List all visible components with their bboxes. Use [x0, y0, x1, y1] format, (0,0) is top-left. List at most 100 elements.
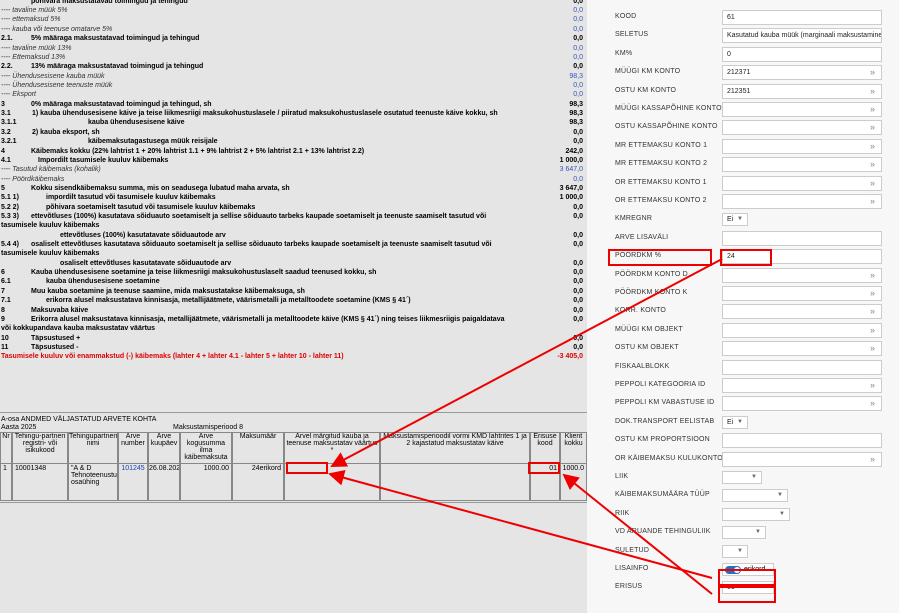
or-ettemaksu-konto-2-field[interactable]: »	[722, 194, 882, 209]
chevron-right-icon[interactable]: »	[870, 195, 875, 208]
row-number: 7	[1, 288, 5, 295]
row-number: 5.1 1)	[1, 194, 19, 201]
chevron-down-icon: ▼	[737, 216, 743, 222]
field-label: PÖÖRDKM KONTO D	[615, 271, 688, 278]
row-value: 0,0	[573, 16, 583, 23]
row-value: 0,0	[573, 35, 583, 42]
chevron-right-icon[interactable]: »	[870, 140, 875, 153]
vd-aruande-tehinguliik-select[interactable]: ▼	[722, 526, 766, 539]
row-label: osaliselt ettevõtluses kasutatavate sõid…	[60, 260, 232, 267]
field-label: SELETUS	[615, 31, 649, 38]
row-label: erikorra alusel maksustatava kinnisasja,…	[46, 297, 411, 304]
report-row: 5.4 4) osaliselt ettevõtluses kasutatava …	[0, 240, 587, 249]
chevron-down-icon: ▼	[751, 474, 757, 480]
chevron-down-icon: ▼	[737, 548, 743, 554]
report-row: ---- Eksport 0,0	[0, 90, 587, 99]
korr-konto-field[interactable]: »	[722, 304, 882, 319]
row-label: käibemaksutagastusega müük reisijale	[88, 138, 218, 145]
row-value: 0,0	[573, 204, 583, 211]
fiskaalblokk-field[interactable]	[722, 360, 882, 375]
table-cell-rate: 24erikord	[232, 463, 284, 501]
row-value: 0,0	[573, 82, 583, 89]
pöördkm-konto-k-field[interactable]: »	[722, 286, 882, 301]
liik-select[interactable]: ▼	[722, 471, 762, 484]
dok-transport-eelistab-select[interactable]: Ei ▼	[722, 416, 748, 429]
chevron-right-icon[interactable]: »	[870, 379, 875, 392]
chevron-right-icon[interactable]: »	[870, 177, 875, 190]
chevron-right-icon[interactable]: »	[870, 85, 875, 98]
chevron-right-icon[interactable]: »	[870, 158, 875, 171]
table-cell-name: "A & D Tehnoteenustuse" osaühing	[68, 463, 118, 501]
row-label: impordilt tasutud või tasumisele kuuluv …	[46, 194, 216, 201]
report-row: 6 Kauba ühendusesisene soetamine ja teise…	[0, 268, 587, 277]
müügi-kassapõhine-konto-field[interactable]: »	[722, 102, 882, 117]
field-label: FISKAALBLOKK	[615, 363, 670, 370]
row-label: Muu kauba soetamine ja teenuse saamine, …	[31, 288, 305, 295]
field-label: KM%	[615, 50, 633, 57]
report-row: 7.1 erikorra alusel maksustatava kinnisas…	[0, 296, 587, 305]
chevron-right-icon[interactable]: »	[870, 453, 875, 466]
table-header-cell: Klient kokku	[560, 432, 587, 464]
müügi-km-objekt-field[interactable]: »	[722, 323, 882, 338]
highlight-poordkm-value	[720, 249, 772, 266]
km-field[interactable]: 0	[722, 47, 882, 62]
chevron-right-icon[interactable]: »	[870, 103, 875, 116]
row-value: 98,3	[569, 73, 583, 80]
ostu-km-objekt-field[interactable]: »	[722, 341, 882, 356]
chevron-right-icon[interactable]: »	[870, 121, 875, 134]
row-label: ettevõtluses (100%) kasutatavate sõiduau…	[60, 232, 226, 239]
chevron-right-icon[interactable]: »	[870, 342, 875, 355]
select-value: Ei	[727, 419, 734, 426]
mr-ettemaksu-konto-2-field[interactable]: »	[722, 157, 882, 172]
row-label: ---- Eksport	[1, 91, 36, 98]
row-value: 0,0	[573, 138, 583, 145]
field-label: DOK.TRANSPORT EELISTAB	[615, 418, 715, 425]
chevron-right-icon[interactable]: »	[870, 305, 875, 318]
chevron-down-icon: ▼	[737, 419, 743, 425]
field-label: RIIK	[615, 510, 630, 517]
chevron-right-icon[interactable]: »	[870, 287, 875, 300]
report-row: 4.1 Impordilt tasumisele kuuluv käibemaks…	[0, 156, 587, 165]
chevron-down-icon: ▼	[779, 511, 785, 517]
chevron-right-icon[interactable]: »	[870, 66, 875, 79]
row-label: Tasumisele kuuluv või enammakstud (-) kä…	[1, 353, 344, 360]
chevron-right-icon[interactable]: »	[870, 397, 875, 410]
käibemaksumäära-tüüp-select[interactable]: ▼	[722, 489, 788, 502]
report-row: ---- Tasutud käibemaks (kohalik) 3 647,0	[0, 165, 587, 174]
ostu-kassapõhine-konto-field[interactable]: »	[722, 120, 882, 135]
müügi-km-konto-field[interactable]: 212371 »	[722, 65, 882, 80]
mr-ettemaksu-konto-1-field[interactable]: »	[722, 139, 882, 154]
peppoli-kategooria-id-field[interactable]: »	[722, 378, 882, 393]
select-value: Ei	[727, 216, 734, 223]
field-label: PÖÖRDKM KONTO K	[615, 289, 688, 296]
row-label: ---- Ühendusesisene kauba müük	[1, 73, 105, 80]
ostu-km-konto-field[interactable]: 212351 »	[722, 84, 882, 99]
or-ettemaksu-konto-1-field[interactable]: »	[722, 176, 882, 191]
or-käibemaksu-kulukonto-field[interactable]: »	[722, 452, 882, 467]
riik-select[interactable]: ▼	[722, 508, 790, 521]
pöördkm-konto-d-field[interactable]: »	[722, 268, 882, 283]
ostu-km-proportsioon-field[interactable]	[722, 433, 882, 448]
row-value: 0,0	[573, 45, 583, 52]
row-value: 1 000,0	[559, 194, 583, 201]
report-row: ---- Pöördkäibemaks 0,0	[0, 175, 587, 184]
seletus-field[interactable]: Kasutatud kauba müük (marginaali maksust…	[722, 28, 882, 43]
row-label: 2) kauba eksport, sh	[32, 129, 100, 136]
report-row: või kokkupandava kauba maksustatav väärt…	[0, 324, 587, 333]
chevron-right-icon[interactable]: »	[870, 324, 875, 337]
peppoli-km-vabastuse-id-field[interactable]: »	[722, 396, 882, 411]
field-label: KORR. KONTO	[615, 307, 667, 314]
table-cell-arve[interactable]: 101245	[118, 463, 148, 501]
row-label: Kokku sisendkäibemaksu summa, mis on sea…	[31, 185, 290, 192]
suletud-select[interactable]: ▼	[722, 545, 748, 558]
chevron-right-icon[interactable]: »	[870, 269, 875, 282]
row-number: 2.1.	[1, 35, 13, 42]
kmregnr-select[interactable]: Ei ▼	[722, 213, 748, 226]
kood-field[interactable]: 61	[722, 10, 882, 25]
row-label: tasumisele kuuluv käibemaks	[1, 250, 100, 257]
row-value: 0,0	[573, 269, 583, 276]
arve-lisaväli-field[interactable]	[722, 231, 882, 246]
table-cell-sum: 1000.00	[180, 463, 232, 501]
row-number: 3.1	[1, 110, 11, 117]
row-label: 13% määraga maksustatavad toimingud ja t…	[31, 63, 204, 70]
